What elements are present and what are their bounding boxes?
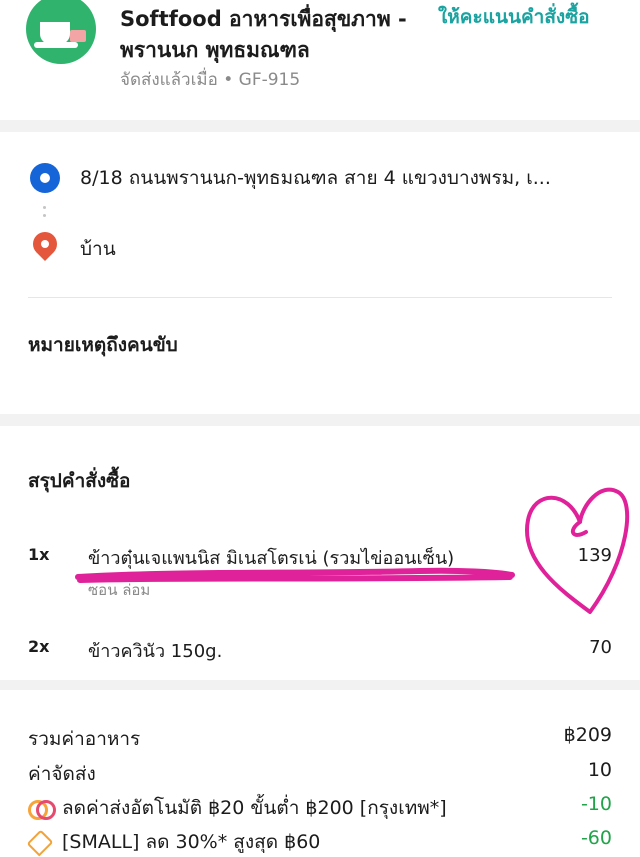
store-name: Softfood อาหารเพื่อสุขภาพ - พรานนก พุทธม… (120, 7, 407, 62)
route-dots (43, 206, 47, 222)
promo-delivery-label: ลดค่าส่งอัตโนมัติ ฿20 ขั้นต่ำ ฿200 [กรุง… (62, 797, 447, 819)
item-quantity: 2x (28, 637, 50, 656)
section-divider (0, 414, 640, 426)
item-name: ข้าวตุ๋นเจแพนนิส มิเนสโตรเน่ (รวมไข่ออนเ… (88, 548, 455, 569)
destination-address: บ้าน (80, 238, 116, 260)
promo-delivery-value: -10 (580, 793, 612, 815)
order-status: จัดส่งแล้วเมื่อ • GF-915 (120, 70, 301, 90)
destination-address-row: บ้าน (28, 227, 116, 266)
delivery-fee-value: 10 (587, 759, 612, 781)
driver-note-title: หมายเหตุถึงคนขับ (28, 334, 178, 356)
divider (28, 297, 612, 298)
tag-icon (26, 829, 54, 857)
item-name: ข้าวควินัว 150g. (88, 641, 223, 662)
promo-small-value: -60 (580, 827, 612, 849)
origin-address-row: 8/18 ถนนพรานนก-พุทธมณฑล สาย 4 แขวงบางพรม… (30, 163, 551, 193)
item-price: 70 (589, 637, 612, 658)
item-quantity: 1x (28, 545, 50, 564)
delivery-fee-label: ค่าจัดส่ง (28, 763, 96, 785)
origin-address: 8/18 ถนนพรานนก-พุทธมณฑล สาย 4 แขวงบางพรม… (80, 167, 551, 189)
section-divider (0, 120, 640, 132)
store-header: Softfood อาหารเพื่อสุขภาพ - พรานนก พุทธม… (0, 0, 640, 118)
rate-order-link[interactable]: ให้คะแนนคำสั่งซื้อ (438, 4, 590, 30)
item-option: ซอน ล่อม (88, 581, 151, 599)
order-summary-title: สรุปคำสั่งซื้อ (28, 470, 131, 492)
promo-rings-icon (28, 798, 56, 820)
food-total-value: ฿209 (563, 724, 612, 746)
promo-delivery-row: ลดค่าส่งอัตโนมัติ ฿20 ขั้นต่ำ ฿200 [กรุง… (28, 793, 447, 823)
food-total-label: รวมค่าอาหาร (28, 728, 141, 750)
destination-pin-icon (28, 227, 62, 266)
store-logo (26, 0, 96, 64)
section-divider (0, 680, 640, 690)
item-price: 139 (577, 545, 612, 566)
origin-pin-icon (30, 163, 60, 193)
